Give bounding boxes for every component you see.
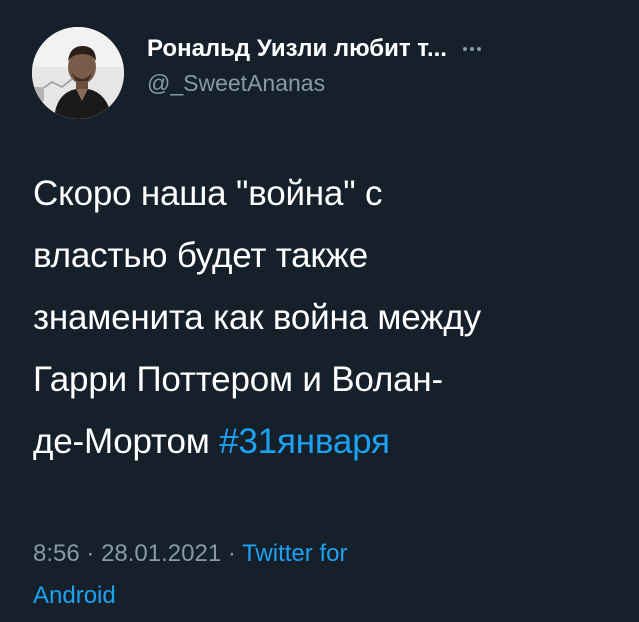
- handle[interactable]: @_SweetAnanas: [147, 70, 607, 97]
- tweet-line-last: де-Мортом #31января: [33, 411, 613, 473]
- dot: [476, 47, 481, 51]
- display-name[interactable]: Рональд Уизли любит т...: [147, 35, 447, 63]
- separator: ·: [86, 540, 95, 567]
- dot: [462, 47, 467, 51]
- dot: [469, 47, 474, 51]
- separator: ·: [227, 540, 236, 567]
- tweet-text: Скоро наша "война" с властью будет также…: [33, 163, 613, 473]
- meta-line-2: Android: [33, 575, 513, 617]
- tweet-line: Гарри Поттером и Волан-: [33, 360, 443, 399]
- source-link[interactable]: Twitter for: [242, 540, 347, 567]
- tweet-line: Скоро наша "война" с: [33, 174, 383, 213]
- hashtag-link[interactable]: #31января: [219, 422, 390, 461]
- source-link-cont[interactable]: Android: [33, 582, 116, 609]
- tweet-line: властью будет также: [33, 236, 369, 275]
- tweet-date[interactable]: 28.01.2021: [101, 540, 221, 567]
- name-row: Рональд Уизли любит т...: [147, 32, 607, 66]
- tweet-meta: 8:56 · 28.01.2021 · Twitter for Android: [33, 533, 513, 617]
- tweet-line: де-Мортом: [33, 422, 220, 461]
- person-photo-avatar-icon: [32, 27, 124, 119]
- tweet-card: Рональд Уизли любит т... @_SweetAnanas С…: [0, 0, 639, 622]
- meta-line-1: 8:56 · 28.01.2021 · Twitter for: [33, 533, 513, 575]
- author-info[interactable]: Рональд Уизли любит т... @_SweetAnanas: [147, 32, 607, 97]
- tweet-time[interactable]: 8:56: [33, 540, 80, 567]
- ellipsis-icon[interactable]: [461, 43, 483, 55]
- avatar[interactable]: [32, 27, 124, 119]
- tweet-line: знаменита как война между: [33, 298, 481, 337]
